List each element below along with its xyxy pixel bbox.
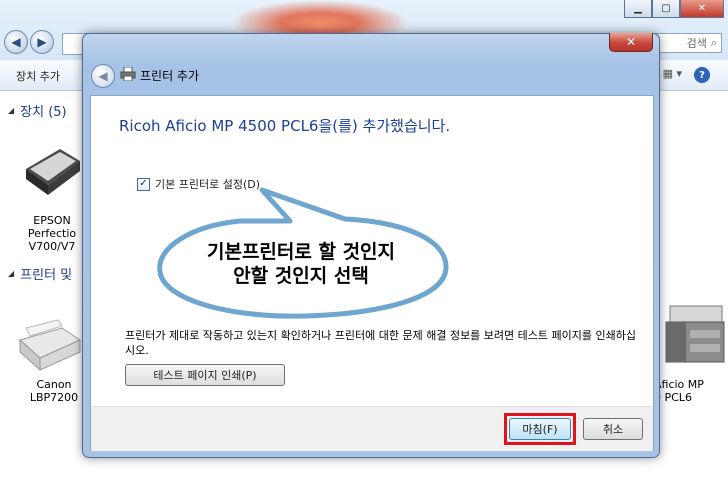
callout-text: 기본프린터로 할 것인지 안할 것인지 선택	[166, 240, 436, 288]
callout-line-1: 기본프린터로 할 것인지	[206, 241, 396, 263]
callout-line-2: 안할 것인지 선택	[233, 265, 369, 287]
